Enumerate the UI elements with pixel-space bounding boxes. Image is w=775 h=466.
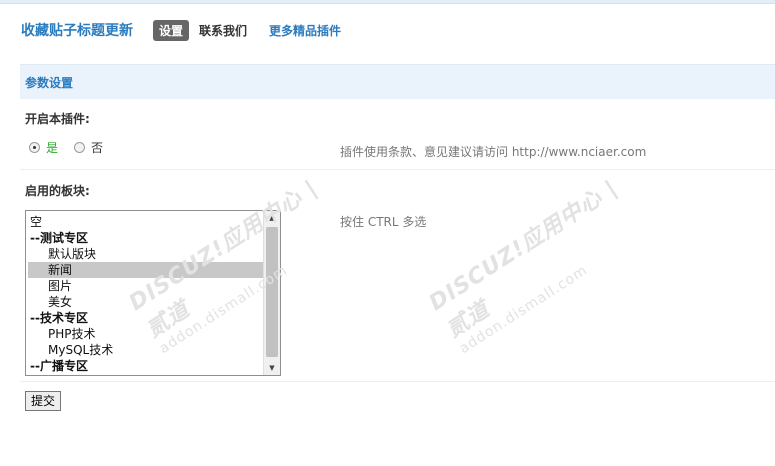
scroll-down-icon[interactable]: ▼	[264, 361, 280, 375]
enable-plugin-radio-group: 是 否	[29, 139, 103, 155]
forums-label: 启用的板块:	[25, 184, 90, 198]
section-header: 参数设置	[20, 64, 775, 99]
radio-yes[interactable]	[29, 141, 40, 153]
listbox-group-option[interactable]: --测试专区	[28, 230, 264, 246]
section-title: 参数设置	[25, 76, 74, 90]
tab-more-plugins[interactable]: 更多精品插件	[269, 22, 341, 39]
forums-options: 空 --测试专区 默认版块 新闻 图片 美女 --技术专区 PHP技术 MySQL技术 --广播专…	[28, 214, 264, 374]
listbox-option[interactable]: 默认版块	[28, 246, 264, 262]
tab-settings[interactable]: 设置	[153, 19, 190, 41]
enable-plugin-label: 开启本插件:	[25, 112, 90, 126]
radio-no-label[interactable]: 否	[91, 139, 103, 156]
listbox-group-option[interactable]: --技术专区	[28, 310, 264, 326]
listbox-option[interactable]: 图片	[28, 278, 264, 294]
scroll-up-icon[interactable]: ▲	[264, 211, 280, 225]
radio-no[interactable]	[74, 141, 86, 153]
scrollbar-thumb[interactable]	[266, 227, 278, 357]
watermark: DISCUZ!应用中心 | 贰道 addon.dismall.com	[424, 175, 623, 358]
tab-contact-us[interactable]: 联系我们	[199, 22, 247, 39]
listbox-option[interactable]: 美女	[28, 294, 264, 310]
submit-button[interactable]: 提交	[25, 391, 61, 411]
top-border	[0, 0, 775, 4]
header: 收藏贴子标题更新 设置 联系我们 更多精品插件	[21, 19, 341, 41]
listbox-option[interactable]: 空	[28, 214, 264, 230]
plugin-title[interactable]: 收藏贴子标题更新	[21, 20, 133, 40]
plugin-terms-hint: 插件使用条款、意见建议请访问 http://www.nciaer.com	[340, 145, 647, 159]
listbox-option[interactable]: 新闻	[28, 262, 264, 278]
listbox-scrollbar[interactable]: ▲ ▼	[263, 211, 280, 375]
forums-multiselect[interactable]: 空 --测试专区 默认版块 新闻 图片 美女 --技术专区 PHP技术 MySQL技术 --广播专…	[25, 210, 281, 376]
multiselect-hint: 按住 CTRL 多选	[340, 215, 427, 229]
divider	[20, 169, 775, 170]
listbox-group-option[interactable]: --广播专区	[28, 358, 264, 374]
listbox-option[interactable]: MySQL技术	[28, 342, 264, 358]
radio-yes-label[interactable]: 是	[46, 139, 58, 156]
divider	[20, 381, 775, 382]
listbox-option[interactable]: PHP技术	[28, 326, 264, 342]
